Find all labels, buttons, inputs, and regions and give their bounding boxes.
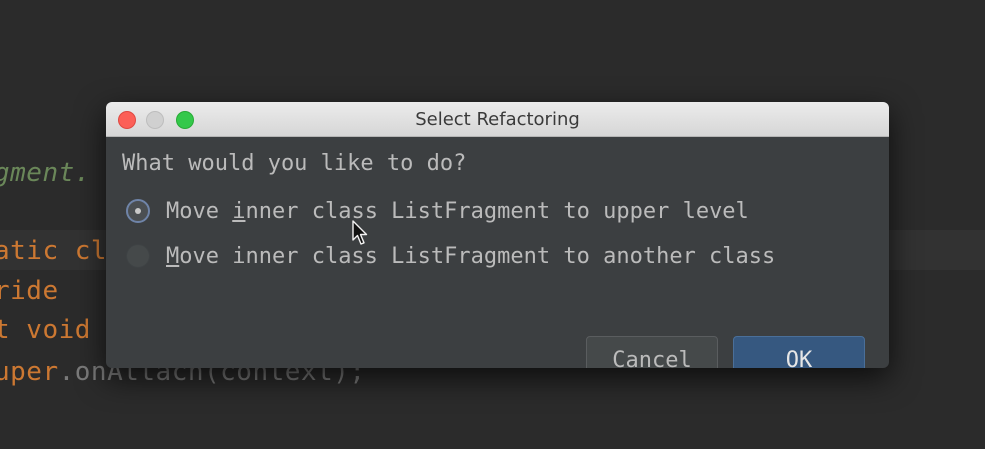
code-line-3: ride xyxy=(0,276,59,306)
dialog-content: What would you like to do? Move inner cl… xyxy=(106,137,889,368)
option-move-to-another-class[interactable]: Move inner class ListFragment to another… xyxy=(126,241,775,271)
question-label: What would you like to do? xyxy=(122,151,467,176)
option-move-to-upper-level[interactable]: Move inner class ListFragment to upper l… xyxy=(126,196,749,226)
radio-selected-icon[interactable] xyxy=(126,199,150,223)
option-label: Move inner class ListFragment to upper l… xyxy=(166,198,749,224)
dialog-titlebar: Select Refactoring xyxy=(106,102,889,137)
option-label: Move inner class ListFragment to another… xyxy=(166,243,776,269)
code-line-2: atic cl xyxy=(0,236,108,266)
select-refactoring-dialog: Select Refactoring What would you like t… xyxy=(106,102,889,368)
code-line-4: t void xyxy=(0,315,91,345)
ok-button[interactable]: OK xyxy=(733,336,865,368)
radio-unselected-icon[interactable] xyxy=(126,244,150,268)
code-line-1: gment. xyxy=(0,158,91,188)
dialog-title: Select Refactoring xyxy=(415,109,580,130)
cancel-button[interactable]: Cancel xyxy=(586,336,718,368)
mouse-cursor-icon xyxy=(352,220,368,245)
